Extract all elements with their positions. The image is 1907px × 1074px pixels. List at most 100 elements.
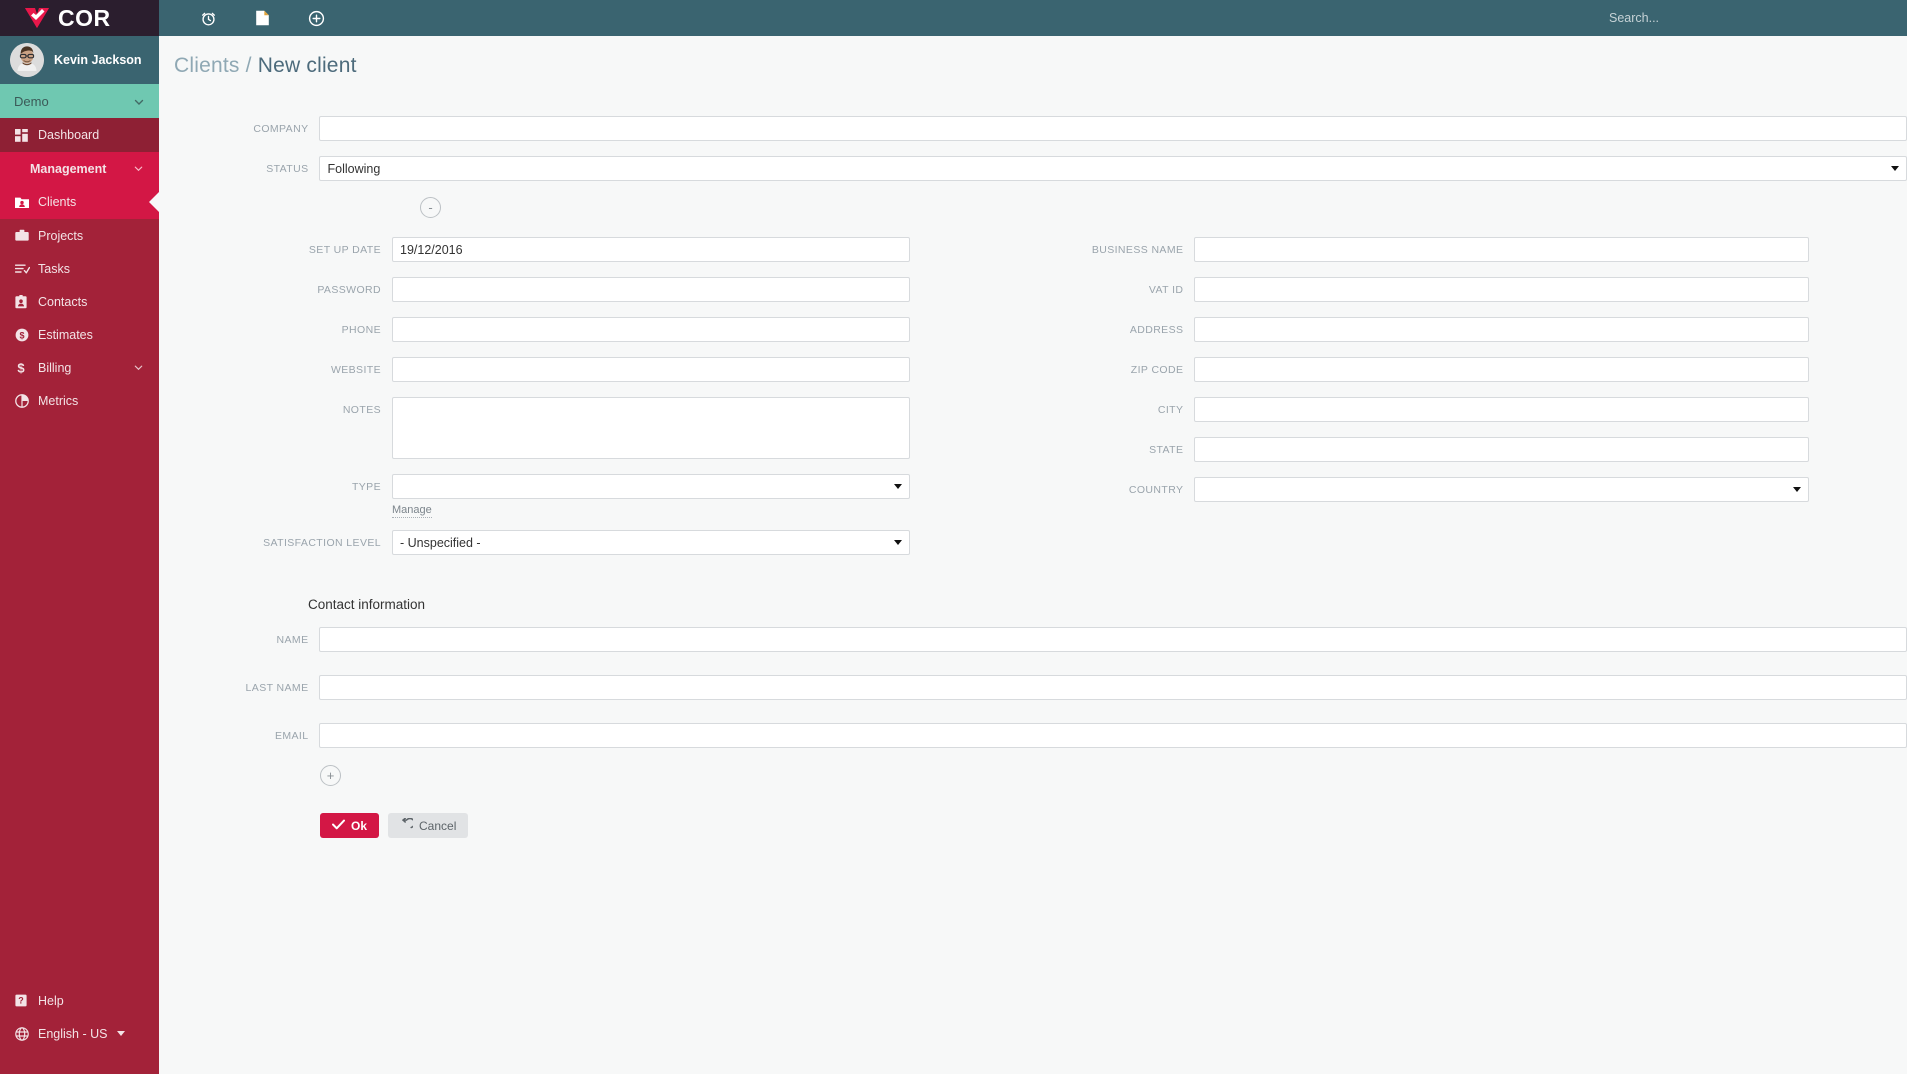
notes-textarea[interactable] bbox=[392, 397, 910, 459]
contact-last-name-label: Last name bbox=[245, 682, 309, 694]
add-contact-button[interactable]: + bbox=[320, 765, 341, 786]
company-label: Company bbox=[253, 123, 309, 135]
satisfaction-level-select[interactable]: - Unspecified - bbox=[392, 530, 910, 555]
sidebar-item-contacts[interactable]: Contacts bbox=[0, 285, 159, 318]
chevron-down-icon bbox=[894, 484, 902, 489]
contact-email-input[interactable] bbox=[319, 723, 1907, 748]
field-row-satisfaction-level: Satisfaction level - Unspecified - bbox=[159, 530, 919, 555]
caret-down-icon bbox=[117, 1031, 126, 1036]
website-input[interactable] bbox=[392, 357, 910, 382]
sidebar-item-clients[interactable]: Clients bbox=[0, 185, 159, 219]
global-search[interactable] bbox=[1567, 0, 1907, 36]
clients-card-icon bbox=[15, 196, 35, 209]
sidebar-item-label: Dashboard bbox=[38, 128, 100, 142]
sidebar-item-label: Tasks bbox=[38, 261, 70, 276]
field-row-state: State bbox=[1029, 437, 1809, 462]
state-input[interactable] bbox=[1194, 437, 1809, 462]
sidebar-item-estimates[interactable]: $ Estimates bbox=[0, 318, 159, 351]
chevron-down-icon bbox=[894, 540, 902, 545]
details-left-column: Set up date Password Phone bbox=[159, 237, 919, 555]
add-contact-row: + bbox=[320, 765, 1907, 786]
task-list-icon bbox=[15, 263, 35, 275]
password-input[interactable] bbox=[392, 277, 910, 302]
new-client-form: Company Status Following - Se bbox=[159, 116, 1907, 838]
details-columns: Set up date Password Phone bbox=[159, 237, 1907, 557]
city-input[interactable] bbox=[1194, 397, 1809, 422]
field-row-address: Address bbox=[1029, 317, 1809, 342]
user-profile[interactable]: Kevin Jackson bbox=[0, 36, 159, 84]
help-question-icon: ? bbox=[15, 994, 35, 1007]
vat-id-input[interactable] bbox=[1194, 277, 1809, 302]
status-label: Status bbox=[266, 163, 309, 175]
address-label: Address bbox=[1129, 324, 1184, 336]
ok-button[interactable]: Ok bbox=[320, 813, 380, 838]
contact-name-input[interactable] bbox=[319, 627, 1907, 652]
sidebar-item-label: Contacts bbox=[38, 294, 88, 309]
business-name-input[interactable] bbox=[1194, 237, 1809, 262]
sidebar-item-label: Clients bbox=[38, 195, 77, 209]
business-name-label: Business name bbox=[1091, 244, 1184, 256]
alarm-clock-icon[interactable] bbox=[181, 0, 235, 36]
breadcrumb-root[interactable]: Clients bbox=[174, 54, 240, 77]
country-select[interactable] bbox=[1194, 477, 1809, 502]
field-row-contact-last-name: Last name bbox=[159, 675, 1907, 700]
sidebar-item-language[interactable]: English - US bbox=[0, 1017, 159, 1050]
phone-input[interactable] bbox=[392, 317, 910, 342]
status-select[interactable]: Following bbox=[319, 156, 1907, 181]
field-row-status: Status Following bbox=[159, 156, 1907, 181]
details-right-column: Business name VAT ID Address bbox=[1029, 237, 1809, 502]
sidebar-footer: ? Help English - US bbox=[0, 984, 159, 1050]
satisfaction-level-value: - Unspecified - bbox=[400, 535, 481, 550]
chevron-down-icon bbox=[1891, 166, 1899, 171]
cancel-button-label: Cancel bbox=[419, 818, 457, 833]
contact-last-name-input[interactable] bbox=[319, 675, 1907, 700]
field-row-type: Type Manage bbox=[159, 474, 919, 518]
search-input[interactable] bbox=[1607, 10, 1907, 26]
cancel-button[interactable]: Cancel bbox=[388, 813, 469, 838]
ok-button-label: Ok bbox=[351, 818, 368, 833]
contact-information-heading: Contact information bbox=[308, 597, 426, 612]
avatar bbox=[10, 43, 44, 77]
document-icon[interactable] bbox=[235, 0, 289, 36]
city-label: City bbox=[1157, 404, 1184, 416]
field-row-company: Company bbox=[159, 116, 1907, 141]
sidebar-item-metrics[interactable]: Metrics bbox=[0, 384, 159, 417]
sidebar-item-label: Billing bbox=[38, 360, 72, 375]
sidebar-item-help[interactable]: ? Help bbox=[0, 984, 159, 1017]
sidebar-section-management[interactable]: Management bbox=[0, 152, 159, 185]
sidebar-item-billing[interactable]: $ Billing bbox=[0, 351, 159, 384]
dollar-sign-icon: $ bbox=[15, 361, 35, 375]
zip-code-input[interactable] bbox=[1194, 357, 1809, 382]
form-actions: Ok Cancel bbox=[320, 813, 1907, 838]
type-select[interactable] bbox=[392, 474, 910, 499]
manage-types-link[interactable]: Manage bbox=[392, 503, 432, 518]
plus-circle-icon[interactable] bbox=[289, 0, 343, 36]
app-logo[interactable]: COR bbox=[0, 0, 159, 36]
chevron-down-icon bbox=[133, 163, 145, 175]
sidebar-item-label: English - US bbox=[38, 1026, 108, 1041]
sidebar: Kevin Jackson Demo Dashboard Management bbox=[0, 36, 159, 1074]
setup-date-label: Set up date bbox=[308, 244, 381, 256]
address-input[interactable] bbox=[1194, 317, 1809, 342]
sidebar-item-label: Estimates bbox=[38, 327, 93, 342]
user-name: Kevin Jackson bbox=[54, 53, 142, 67]
collapse-details-button[interactable]: - bbox=[420, 197, 441, 218]
page-title: Clients / New client bbox=[159, 36, 1907, 78]
topbar-icon-group bbox=[159, 0, 343, 36]
contact-email-label: Email bbox=[274, 730, 309, 742]
workspace-switcher[interactable]: Demo bbox=[0, 84, 159, 118]
sidebar-item-tasks[interactable]: Tasks bbox=[0, 252, 159, 285]
status-select-value: Following bbox=[327, 161, 381, 176]
company-input[interactable] bbox=[319, 116, 1907, 141]
sidebar-section-label: Management bbox=[30, 161, 107, 176]
collapse-details-row: - bbox=[420, 197, 1907, 218]
sidebar-item-projects[interactable]: Projects bbox=[0, 219, 159, 252]
setup-date-input[interactable] bbox=[392, 237, 910, 262]
website-label: Website bbox=[330, 364, 381, 376]
sidebar-item-dashboard[interactable]: Dashboard bbox=[0, 118, 159, 152]
globe-icon bbox=[15, 1026, 35, 1041]
check-icon bbox=[332, 819, 345, 833]
zip-code-label: Zip code bbox=[1130, 364, 1184, 376]
workspace-label: Demo bbox=[14, 93, 49, 109]
contact-card-icon bbox=[15, 294, 35, 309]
